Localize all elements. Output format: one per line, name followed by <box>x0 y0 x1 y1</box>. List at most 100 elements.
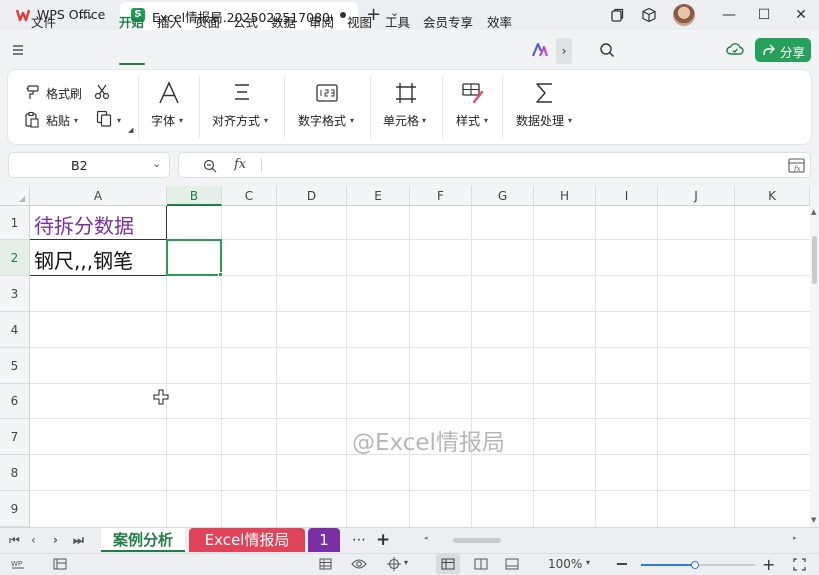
share-button[interactable]: 分享 <box>755 38 811 62</box>
data-processing-label[interactable]: 数据处理 <box>516 112 564 129</box>
menu-data[interactable]: 数据 <box>271 12 296 31</box>
menu-efficiency[interactable]: 效率 <box>487 12 512 31</box>
sigma-sum-icon[interactable] <box>532 80 558 106</box>
copy-icon[interactable] <box>96 110 112 127</box>
vertical-scroll-thumb[interactable] <box>812 236 817 284</box>
row-header-5[interactable]: 5 <box>0 348 30 384</box>
row-header-1[interactable]: 1 <box>0 206 30 240</box>
column-header-a[interactable]: A <box>30 186 167 206</box>
column-header-g[interactable]: G <box>472 186 534 206</box>
font-icon[interactable] <box>156 80 182 106</box>
scroll-up-icon[interactable]: ▲ <box>811 208 816 216</box>
close-button[interactable]: ✕ <box>791 5 811 25</box>
style-label[interactable]: 样式 <box>456 112 480 129</box>
hamburger-menu-icon[interactable] <box>12 44 24 56</box>
menu-formulas[interactable]: 公式 <box>233 12 258 31</box>
sheet-tab-excel-intel[interactable]: Excel情报局 <box>189 528 305 552</box>
menu-insert[interactable]: 插入 <box>157 12 182 31</box>
menu-file[interactable]: 文件 <box>31 12 56 31</box>
selected-cell-b2[interactable] <box>166 239 222 276</box>
last-sheet-icon[interactable]: ⏭ <box>73 533 84 548</box>
fill-handle[interactable] <box>218 272 223 277</box>
format-painter-label[interactable]: 格式刷 <box>46 85 82 102</box>
number-format-icon[interactable] <box>314 80 340 106</box>
number-format-label[interactable]: 数字格式 <box>298 112 346 129</box>
style-brush-icon[interactable] <box>460 80 486 106</box>
next-sheet-icon[interactable]: › <box>53 533 58 547</box>
menu-home[interactable]: 开始 <box>119 12 144 31</box>
maximize-button[interactable]: ☐ <box>754 5 774 25</box>
cell-a1[interactable]: 待拆分数据 <box>34 210 134 239</box>
hscroll-right-icon[interactable]: ▸ <box>793 534 797 542</box>
reading-view-icon[interactable] <box>505 558 519 570</box>
ai-assistant-icon[interactable] <box>532 43 548 57</box>
menu-review[interactable]: 审阅 <box>309 12 334 31</box>
user-avatar[interactable] <box>673 4 695 26</box>
fullscreen-icon[interactable] <box>793 558 806 571</box>
row-header-7[interactable]: 7 <box>0 419 30 455</box>
menu-more[interactable]: ⋯ <box>80 9 93 24</box>
column-header-e[interactable]: E <box>347 186 410 206</box>
crosshair-icon[interactable] <box>387 557 401 571</box>
zoom-level[interactable]: 100% <box>548 557 582 571</box>
menu-view[interactable]: 视图 <box>347 12 372 31</box>
sheet-more-icon[interactable]: ⋯ <box>352 532 366 548</box>
table-lock-icon[interactable] <box>319 558 334 571</box>
zoom-in-icon[interactable]: + <box>762 555 775 574</box>
column-header-h[interactable]: H <box>534 186 596 206</box>
alignment-label[interactable]: 对齐方式 <box>212 112 260 129</box>
row-header-4[interactable]: 4 <box>0 312 30 348</box>
clipboard-expand-icon[interactable]: ◢ <box>128 126 133 134</box>
alignment-dropdown-icon[interactable]: ▾ <box>264 116 268 125</box>
cell-a2[interactable]: 钢尺,,,钢笔 <box>34 245 133 274</box>
zoom-search-icon[interactable] <box>203 159 217 173</box>
font-dropdown-icon[interactable]: ▾ <box>179 116 183 125</box>
row-header-2[interactable]: 2 <box>0 240 30 276</box>
menu-page[interactable]: 页面 <box>195 12 220 31</box>
number-format-dropdown-icon[interactable]: ▾ <box>350 116 354 125</box>
zoom-dropdown-icon[interactable]: ▾ <box>586 558 590 567</box>
column-header-b[interactable]: B <box>167 186 222 206</box>
cut-scissors-icon[interactable] <box>93 83 111 101</box>
unsaved-dot-icon[interactable] <box>340 12 346 18</box>
menu-member[interactable]: 会员专享 <box>423 12 473 31</box>
first-sheet-icon[interactable]: ⏮ <box>9 533 20 548</box>
cell-icon[interactable] <box>393 80 419 106</box>
column-header-d[interactable]: D <box>277 186 347 206</box>
macro-record-icon[interactable]: WP <box>11 558 25 570</box>
format-painter-icon[interactable] <box>25 84 41 100</box>
paste-clipboard-icon[interactable] <box>24 111 40 128</box>
row-header-3[interactable]: 3 <box>0 276 30 312</box>
menu-tools[interactable]: 工具 <box>385 12 410 31</box>
cube-icon[interactable] <box>641 7 657 23</box>
style-dropdown-icon[interactable]: ▾ <box>484 116 488 125</box>
column-header-j[interactable]: J <box>658 186 735 206</box>
copy-dropdown-icon[interactable]: ▾ <box>117 116 121 125</box>
fx-icon[interactable]: fx <box>234 157 246 172</box>
cloud-sync-icon[interactable] <box>726 41 744 57</box>
data-processing-dropdown-icon[interactable]: ▾ <box>568 116 572 125</box>
sheet-tab-1[interactable]: 1 <box>308 528 340 552</box>
name-box-chevron-icon[interactable]: ⌄ <box>152 157 161 170</box>
formula-bar[interactable]: fx fx <box>178 152 811 178</box>
cell-label[interactable]: 单元格 <box>383 112 419 129</box>
window-restore-icon[interactable] <box>609 7 625 23</box>
minimize-button[interactable]: — <box>719 5 739 25</box>
cell-dropdown-icon[interactable]: ▾ <box>422 116 426 125</box>
sheet-tab-case-analysis[interactable]: 案例分析 <box>101 528 185 552</box>
zoom-slider-thumb[interactable] <box>691 561 699 569</box>
zoom-out-icon[interactable] <box>617 563 627 565</box>
menu-scroll-right-icon[interactable]: › <box>556 38 572 64</box>
crosshair-dropdown-icon[interactable]: ▾ <box>404 558 408 567</box>
select-all-corner[interactable] <box>0 186 30 206</box>
horizontal-scroll-thumb[interactable] <box>453 538 501 543</box>
column-header-f[interactable]: F <box>410 186 472 206</box>
paste-label[interactable]: 粘贴 <box>46 112 70 129</box>
hscroll-left-icon[interactable]: ◂ <box>424 534 428 542</box>
font-label[interactable]: 字体 <box>151 112 175 129</box>
column-header-k[interactable]: K <box>735 186 810 206</box>
scroll-down-icon[interactable]: ▼ <box>811 516 816 524</box>
align-icon[interactable] <box>229 80 255 106</box>
column-header-c[interactable]: C <box>222 186 277 206</box>
expand-formula-icon[interactable]: fx <box>788 158 805 173</box>
